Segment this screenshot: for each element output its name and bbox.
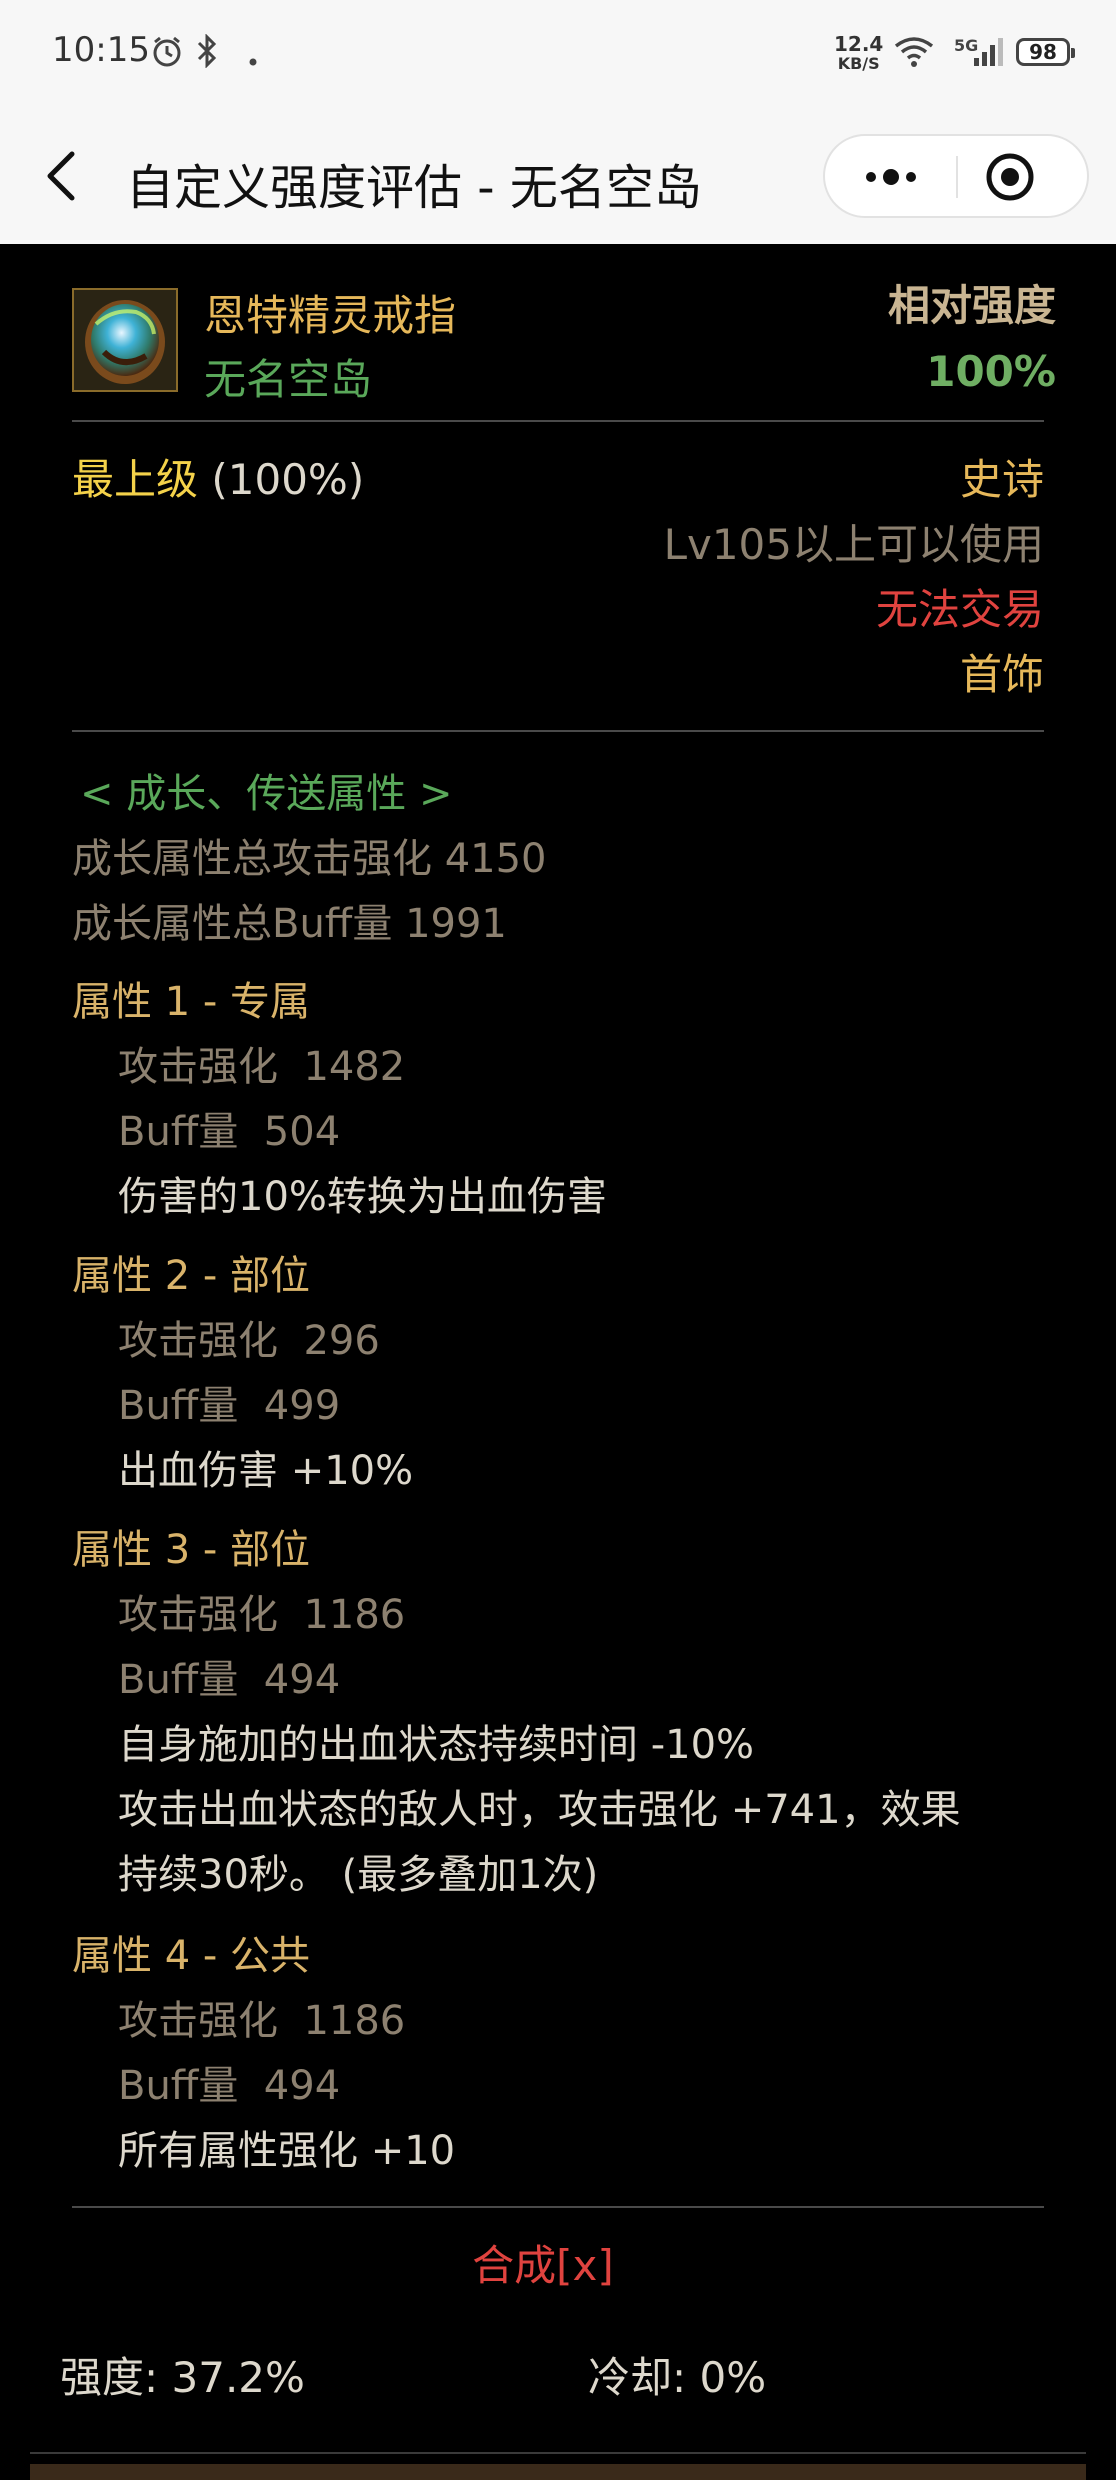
back-button[interactable] (38, 148, 88, 204)
attack-label: 攻击强化 (118, 1592, 278, 1638)
buff-label: Buff量 (118, 1383, 239, 1429)
attack-value: 1482 (303, 1044, 406, 1090)
buff-value: 499 (263, 1383, 341, 1429)
attribute-buff: Buff量 499 (118, 1382, 340, 1430)
attribute-attack: 攻击强化 1186 (118, 1591, 405, 1639)
buff-label: Buff量 (118, 2063, 239, 2109)
rarity-label: 史诗 (959, 455, 1044, 504)
network-speed-unit: KB/S (837, 54, 880, 73)
ring-item-icon (72, 288, 178, 392)
attribute-title: 属性 2 - 部位 (72, 1253, 311, 1299)
status-time: 10:15 (52, 30, 150, 70)
notification-dot-icon (248, 40, 258, 72)
attribute-title: 属性 3 - 部位 (72, 1527, 311, 1573)
bottom-panel-edge (30, 2464, 1086, 2480)
alarm-icon (150, 34, 184, 73)
buff-value: 494 (263, 2063, 341, 2109)
back-arrow-icon (47, 151, 75, 201)
attack-value: 1186 (303, 1998, 406, 2044)
slot-type: 首饰 (959, 650, 1044, 699)
growth-total-attack: 成长属性总攻击强化 4150 (72, 836, 547, 882)
attribute-buff: Buff量 494 (118, 1656, 340, 1704)
grade-percent: (100%) (211, 455, 365, 504)
wifi-icon (894, 36, 934, 73)
growth-total-buff: 成长属性总Buff量 1991 (72, 901, 507, 947)
relative-strength-value: 100% (926, 347, 1056, 396)
attribute-effect: 自身施加的出血状态持续时间 -10% (118, 1722, 755, 1768)
divider (72, 2206, 1044, 2208)
buff-value: 494 (263, 1657, 341, 1703)
attribute-effect: 出血伤害 +10% (118, 1448, 414, 1494)
nav-bar: 自定义强度评估 - 无名空岛 (0, 110, 1116, 244)
divider (72, 420, 1044, 422)
relative-strength-label: 相对强度 (887, 281, 1056, 330)
strength-stat: 强度: 37.2% (60, 2353, 305, 2402)
buff-label: Buff量 (118, 1109, 239, 1155)
attack-label: 攻击强化 (118, 1044, 278, 1090)
cooldown-stat: 冷却: 0% (588, 2353, 767, 2402)
more-dots-icon (866, 169, 916, 185)
attribute-effect: 持续30秒。 (最多叠加1次) (118, 1852, 599, 1898)
fusion-link[interactable]: 合成[x] (0, 2242, 1086, 2290)
divider (30, 2452, 1086, 2454)
trade-restriction: 无法交易 (875, 585, 1044, 634)
attribute-buff: Buff量 504 (118, 1108, 340, 1156)
item-set-name: 无名空岛 (204, 355, 373, 404)
battery-indicator: 98 (1016, 38, 1075, 66)
attribute-attack: 攻击强化 1482 (118, 1043, 405, 1091)
close-program-button[interactable] (985, 152, 1035, 202)
grade-label: 最上级 (72, 455, 199, 504)
level-requirement: Lv105以上可以使用 (663, 520, 1044, 569)
attack-value: 296 (303, 1318, 380, 1364)
capsule-divider (956, 156, 958, 198)
attribute-buff: Buff量 494 (118, 2062, 340, 2110)
item-name: 恩特精灵戒指 (204, 291, 457, 340)
attack-value: 1186 (303, 1592, 406, 1638)
target-close-icon (986, 153, 1034, 201)
signal-icon (972, 36, 1006, 73)
page-title: 自定义强度评估 - 无名空岛 (126, 160, 702, 216)
bluetooth-icon (194, 33, 220, 73)
network-speed: 12.4 KB/S (834, 34, 883, 74)
grade-line: 最上级 (100%) (72, 456, 364, 504)
attribute-title: 属性 4 - 公共 (72, 1933, 311, 1979)
attribute-attack: 攻击强化 1186 (118, 1997, 405, 2045)
buff-value: 504 (263, 1109, 341, 1155)
attribute-effect: 伤害的10%转换为出血伤害 (118, 1174, 607, 1220)
more-button[interactable] (855, 154, 927, 200)
attribute-attack: 攻击强化 296 (118, 1317, 380, 1365)
attribute-effect: 所有属性强化 +10 (118, 2128, 456, 2174)
attribute-effect: 攻击出血状态的敌人时，攻击强化 +741，效果 (118, 1787, 961, 1833)
attack-label: 攻击强化 (118, 1998, 278, 2044)
attack-label: 攻击强化 (118, 1318, 278, 1364)
divider (72, 730, 1044, 732)
item-detail-panel: 恩特精灵戒指 无名空岛 相对强度 100% 最上级 (100%) 史诗 Lv10… (0, 244, 1116, 2480)
attribute-title: 属性 1 - 专属 (72, 979, 311, 1025)
status-bar: 10:15 12.4 KB/S 5G 98 (0, 0, 1116, 110)
mini-program-capsule (823, 134, 1089, 218)
network-speed-value: 12.4 (834, 32, 884, 56)
growth-section-header: < 成长、传送属性 > (80, 771, 453, 817)
buff-label: Buff量 (118, 1657, 239, 1703)
